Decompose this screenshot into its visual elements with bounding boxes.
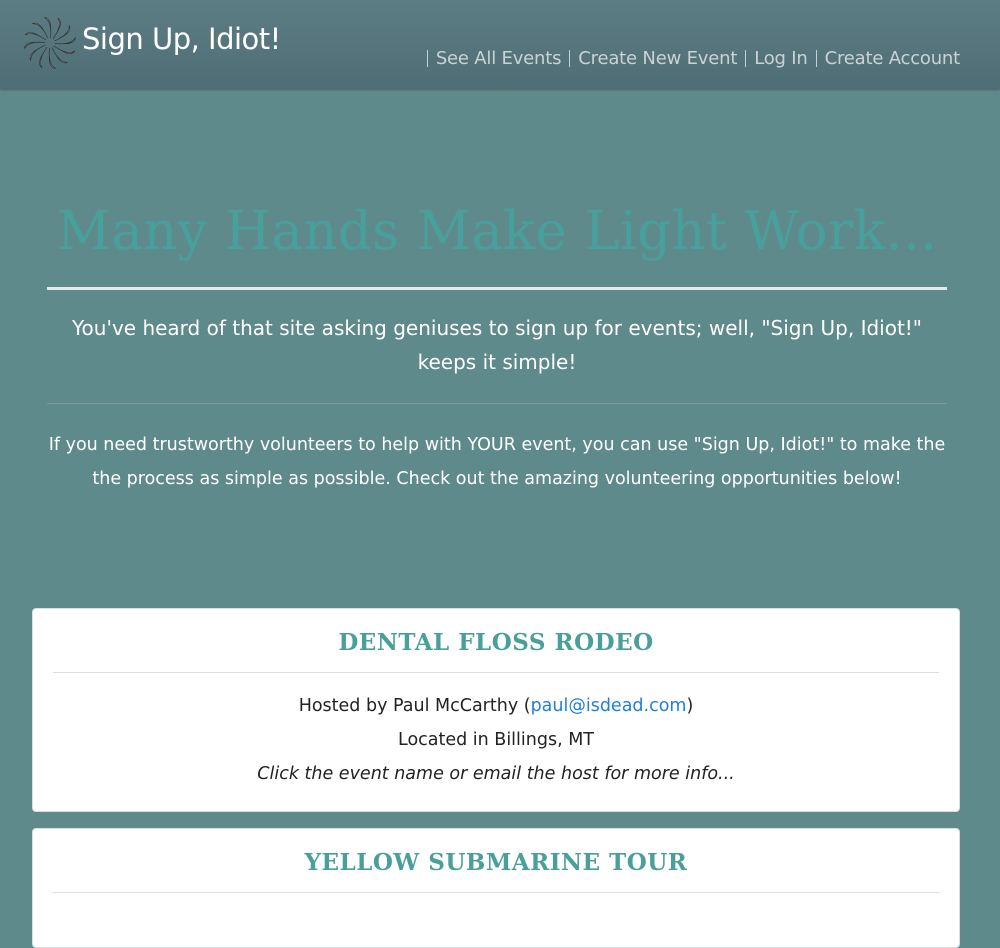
hero-lead-text: You've heard of that site asking geniuse…: [71, 316, 923, 374]
event-card: DENTAL FLOSS RODEO Hosted by Paul McCart…: [32, 608, 960, 812]
card-divider: [53, 892, 939, 893]
spiral-logo-icon: [24, 17, 76, 69]
nav-log-in-link[interactable]: Log In: [754, 48, 808, 69]
nav-divider: [426, 50, 428, 67]
event-host-suffix: ): [686, 696, 694, 716]
event-note: Click the event name or email the host f…: [257, 764, 735, 784]
nav-divider: [745, 50, 747, 67]
nav-divider: [569, 50, 571, 67]
event-title-link[interactable]: DENTAL FLOSS RODEO: [33, 628, 959, 658]
nav-see-all-events-link[interactable]: See All Events: [436, 48, 562, 69]
card-divider: [53, 672, 939, 673]
hero-body-text: If you need trustworthy volunteers to he…: [48, 435, 946, 489]
event-host-prefix: Hosted by Paul McCarthy (: [298, 696, 531, 716]
brand-home-link[interactable]: Sign Up, Idiot!: [24, 16, 281, 70]
nav-links: See All Events Create New Event Log In C…: [419, 48, 960, 69]
brand-name: Sign Up, Idiot!: [82, 22, 281, 56]
hero-thin-divider: [47, 403, 947, 404]
nav-create-account-link[interactable]: Create Account: [825, 48, 961, 69]
hero-divider: [47, 287, 947, 290]
event-location: Located in Billings, MT: [398, 730, 594, 750]
event-title-link[interactable]: YELLOW SUBMARINE TOUR: [33, 848, 959, 878]
event-host-line: Hosted by Paul McCarthy (paul@isdead.com…: [33, 689, 959, 723]
navbar: Sign Up, Idiot! See All Events Create Ne…: [0, 0, 1000, 89]
event-card: YELLOW SUBMARINE TOUR: [32, 828, 960, 948]
nav-divider: [815, 50, 817, 67]
hero-title: Many Hands Make Light Work...: [56, 201, 938, 262]
nav-create-new-event-link[interactable]: Create New Event: [578, 48, 737, 69]
host-email-link[interactable]: paul@isdead.com: [531, 696, 687, 716]
